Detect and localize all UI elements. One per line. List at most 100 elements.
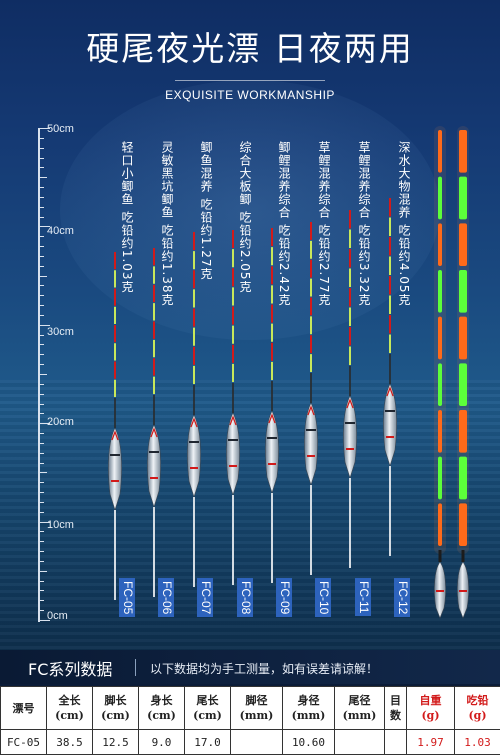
float-tail-segment [271,285,273,303]
float-foot [232,495,234,585]
float-neck [153,395,155,425]
float-tail-segment [193,251,195,269]
model-tag-fc07: FC-07 [197,578,213,617]
glow-segment [438,270,442,313]
model-tag-fc09: FC-09 [276,578,292,617]
float-tail-segment [271,362,273,380]
section-header: FC系列数据 以下数据均为手工测量，如有误差请谅解！ [0,650,500,684]
glow-segment [459,317,467,360]
glow-neck [462,550,465,562]
glow-segment [438,410,442,453]
glow-segment [459,270,467,313]
cell-body-diameter: 10.60 [283,730,335,755]
float-tail-segment [153,322,155,339]
float-tail-segment [349,210,351,229]
float-body [226,413,239,495]
cell-float-no: FC-05 [1,730,47,755]
float-tail-segment [310,241,312,259]
float-tail-segment [114,362,116,379]
float-body-band [386,436,394,438]
float-tail-segment [389,198,391,217]
glow-neck [439,550,442,562]
glow-segment [459,177,467,220]
float-tail-segment [232,345,234,363]
float-body-band [149,451,159,453]
float-tail-segment [114,325,116,342]
glow-segment [438,317,442,360]
float-tail-segment [349,249,351,268]
float-tail-segment [271,266,273,284]
float-label-fc05: 轻口小鲫鱼 吃铅约1.03克 [120,141,133,294]
section-note: 以下数据均为手工测量，如有误差请谅解！ [150,660,378,677]
specs-table: 漂号 全长(cm) 脚长(cm) 身长(cm) 尾长(cm) 脚径(mm) 身径… [0,686,500,755]
float-neck [349,366,351,396]
float-tail-segment [389,335,391,354]
float-tail-segment [349,327,351,346]
float-label-fc06: 灵敏黑坑鲫鱼 吃铅约1.38克 [160,141,173,307]
float-tail-segment [153,377,155,394]
glow-segment [438,457,442,500]
section-divider [135,659,136,676]
float-body [304,403,317,485]
float-tail-segment [193,309,195,327]
float-foot [389,466,391,556]
cell-self-weight: 1.97 [407,730,455,755]
float-tail-segment [389,315,391,334]
cell-foot-length: 12.5 [93,730,139,755]
glow-segment [459,130,467,173]
float-label-fc10: 草鲤混养综合 吃铅约2.77克 [317,141,330,307]
float-tail-segment [153,358,155,375]
float-body-band [306,429,316,431]
table-row: FC-05 38.5 12.5 9.0 17.0 10.60 1.97 1.03 [1,730,500,755]
float-body-band [345,422,355,424]
float-foot [193,497,195,587]
float-tail-segment [114,270,116,287]
float-tail-segment [349,347,351,366]
cell-total-length: 38.5 [47,730,93,755]
float-body [108,428,121,510]
floats-illustration [0,0,500,650]
float-tail-segment [310,260,312,278]
float-tail-segment [232,230,234,248]
glow-segment [438,223,442,266]
float-tail-segment [232,326,234,344]
float-tail-segment [271,228,273,246]
float-tail-segment [114,252,116,269]
float-body-band [267,437,277,439]
cell-mesh-count [385,730,407,755]
float-body-band [190,467,198,469]
float-label-fc07: 鲫鱼混养 吃铅约1.27克 [199,141,212,281]
float-tail-segment [232,287,234,305]
glow-segment [438,363,442,406]
float-body-band [189,441,199,443]
section-title: FC系列数据 [28,656,112,680]
header-body-diameter: 身径(mm) [283,687,335,730]
float-tail-segment [153,285,155,302]
float-tail-segment [310,279,312,297]
float-body-band [228,439,238,441]
float-body [383,384,396,466]
float-body-band [307,455,315,457]
float-tail-segment [232,364,234,382]
model-tag-fc11: FC-11 [355,578,371,616]
float-foot [271,493,273,583]
glow-segment [459,363,467,406]
float-tail-segment [349,230,351,249]
float-body-band [385,410,395,412]
glow-body-band [436,590,444,592]
float-tail-segment [193,289,195,307]
header-lead-load: 吃铅(g) [455,687,500,730]
float-body-band [229,465,237,467]
float-body [343,396,356,478]
float-tail-segment [389,257,391,276]
float-tail-segment [271,343,273,361]
float-tail-segment [153,266,155,283]
header-foot-diameter: 脚径(mm) [231,687,283,730]
cell-tail-length: 17.0 [185,730,231,755]
float-tail-segment [153,248,155,265]
float-tail-segment [232,249,234,267]
float-tail-segment [193,347,195,365]
model-tag-fc05: FC-05 [119,578,135,617]
float-tail-segment [271,324,273,342]
float-tail-segment [310,298,312,316]
